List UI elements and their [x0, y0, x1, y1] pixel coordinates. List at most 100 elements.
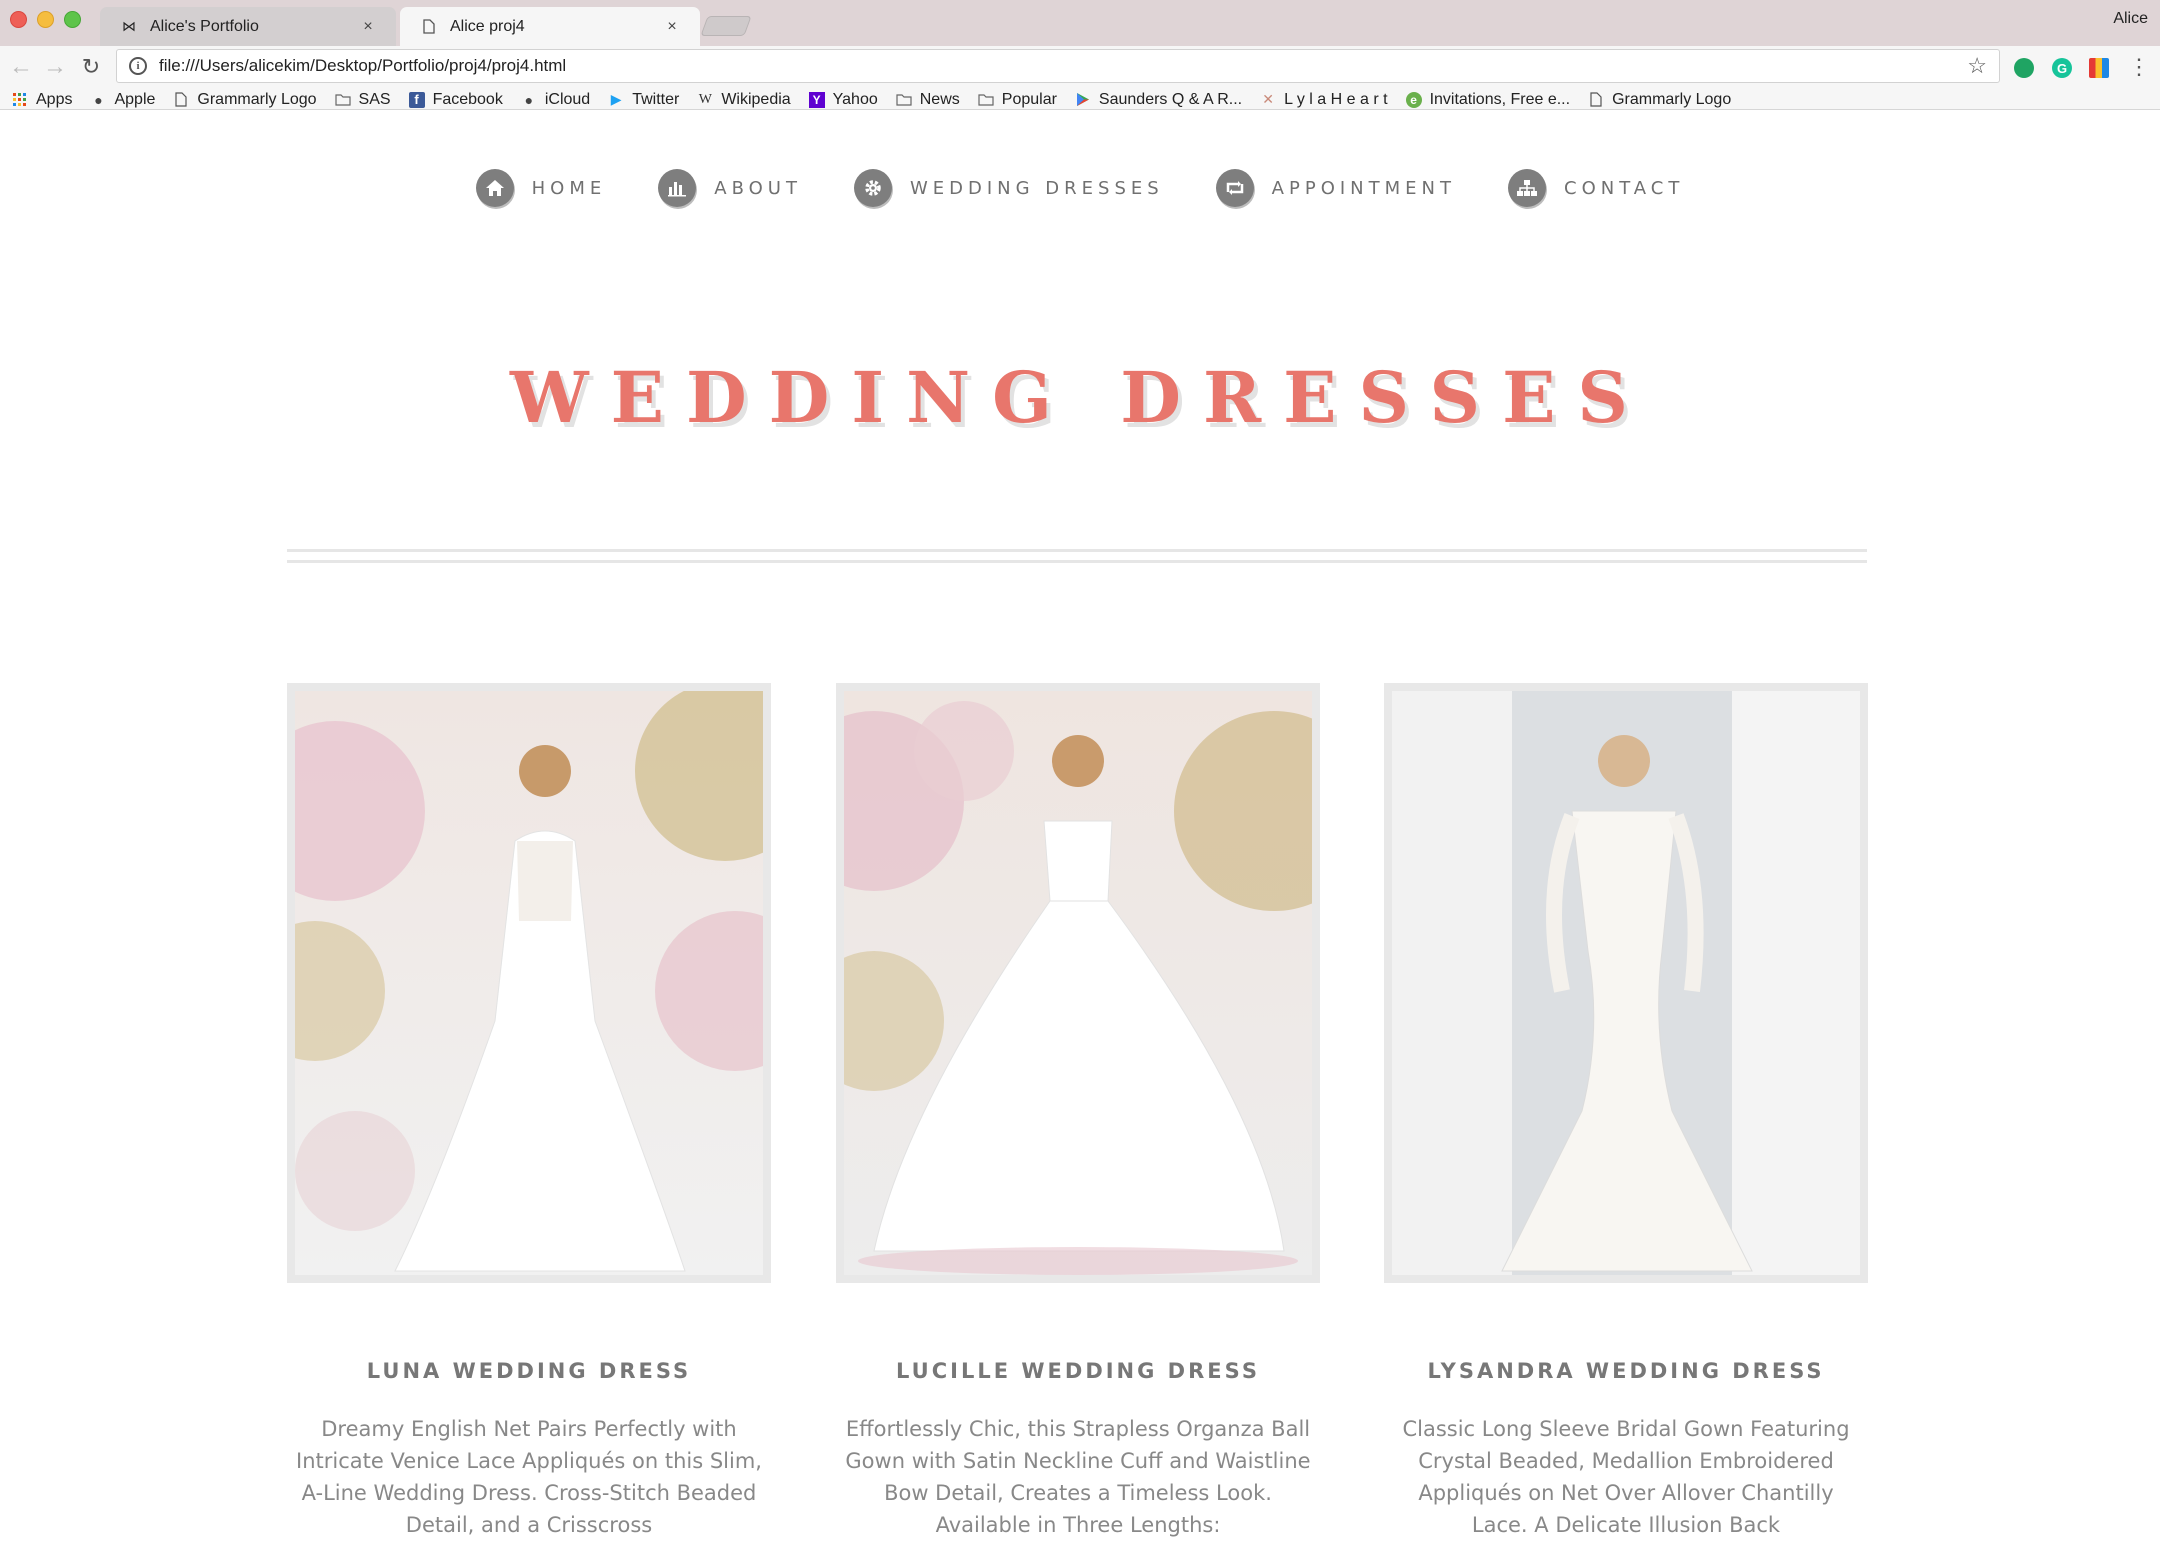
bookmark-label: Invitations, Free e... [1429, 90, 1571, 108]
bookmark-apps[interactable]: Apps [12, 91, 72, 109]
bookmark-label: Popular [1001, 90, 1057, 108]
divider [287, 560, 1867, 563]
new-tab-button[interactable] [700, 16, 752, 36]
close-icon[interactable]: × [360, 18, 376, 35]
dress-card-lucille: LUCILLE WEDDING DRESS Effortlessly Chic,… [836, 683, 1320, 1541]
nav-label: CONTACT [1564, 177, 1685, 199]
bookmark-news[interactable]: News [896, 91, 960, 109]
nav-label: ABOUT [714, 177, 802, 199]
divider [287, 549, 1867, 552]
bowtie-icon: ⋈ [122, 18, 136, 34]
apple-icon: ● [94, 91, 103, 108]
bookmark-label: iCloud [544, 90, 591, 108]
bookmark-saunders[interactable]: Saunders Q & A R... [1075, 91, 1242, 109]
dress-description: Classic Long Sleeve Bridal Gown Featurin… [1402, 1417, 1850, 1537]
bookmark-label: Saunders Q & A R... [1098, 90, 1243, 108]
bookmark-label: L y l a H e a r t [1284, 90, 1388, 108]
back-arrow-icon[interactable]: ← [6, 52, 36, 82]
document-icon [420, 18, 438, 36]
dress-photo[interactable] [836, 683, 1320, 1283]
close-icon[interactable]: × [664, 18, 680, 35]
info-icon[interactable]: i [129, 57, 147, 75]
dress-description: Dreamy English Net Pairs Perfectly with … [296, 1417, 762, 1537]
reload-icon[interactable]: ↻ [76, 52, 106, 82]
apps-grid-icon [12, 92, 28, 108]
grammarly-extension-icon[interactable]: G [2052, 58, 2072, 78]
yahoo-icon: Y [808, 91, 825, 108]
bookmark-popular[interactable]: Popular [978, 91, 1057, 109]
folder-icon [978, 92, 994, 108]
folder-icon [334, 92, 351, 108]
dress-card-lysandra: LYSANDRA WEDDING DRESS Classic Long Slee… [1384, 683, 1868, 1541]
wikipedia-icon: W [698, 91, 712, 107]
profile-name[interactable]: Alice [2113, 10, 2148, 28]
bookmark-label: Yahoo [832, 90, 878, 108]
dress-title: LYSANDRA WEDDING DRESS [1427, 1359, 1825, 1383]
chat-extension-icon[interactable] [2014, 58, 2034, 78]
nav-item-about[interactable]: ABOUT [658, 169, 802, 207]
bookmark-twitter[interactable]: ▶ Twitter [608, 90, 680, 109]
bookmark-label: Apps [36, 90, 73, 108]
tab-title: Alice proj4 [450, 17, 525, 35]
home-icon [475, 169, 514, 207]
tab-alices-portfolio[interactable]: ⋈ Alice's Portfolio × [100, 7, 396, 46]
bar-chart-icon [658, 169, 697, 207]
bookmark-label: Grammarly Logo [197, 90, 317, 108]
forward-arrow-icon[interactable]: → [40, 52, 70, 82]
nav-item-appointment[interactable]: APPOINTMENT [1215, 169, 1456, 207]
kebab-menu-icon[interactable]: ⋮ [2128, 54, 2150, 80]
url-text[interactable]: file:///Users/alicekim/Desktop/Portfolio… [159, 56, 1967, 76]
bookmark-facebook[interactable]: f Facebook [408, 91, 503, 109]
minimize-window-button[interactable] [37, 11, 54, 28]
sitemap-icon [1508, 169, 1546, 207]
bookmark-lylaheart[interactable]: ✕ L y l a H e a r t [1260, 91, 1387, 109]
bookmarks-bar: Apps ● Apple Grammarly Logo SAS f Facebo… [0, 90, 2160, 110]
nav-item-home[interactable]: HOME [475, 169, 607, 207]
dress-title: LUNA WEDDING DRESS [366, 1359, 692, 1383]
bookmark-invitations[interactable]: e Invitations, Free e... [1405, 90, 1571, 109]
browser-titlebar: ⋈ Alice's Portfolio × Alice proj4 × Alic… [0, 0, 2160, 46]
bookmark-grammarly-logo-2[interactable]: Grammarly Logo [1588, 91, 1731, 109]
bookmark-label: SAS [358, 90, 391, 108]
nav-label: APPOINTMENT [1271, 177, 1456, 199]
bookmark-wikipedia[interactable]: W Wikipedia [697, 90, 791, 109]
lylaheart-icon: ✕ [1262, 91, 1274, 107]
bookmark-star-icon[interactable]: ☆ [1967, 53, 1987, 79]
maximize-window-button[interactable] [64, 11, 81, 28]
page-title: WEDDING DRESSES [510, 356, 1650, 439]
color-extension-icon[interactable] [2089, 58, 2109, 78]
bookmark-label: Twitter [632, 90, 680, 108]
gear-icon [853, 169, 892, 207]
folder-icon [896, 92, 912, 108]
bookmark-sas[interactable]: SAS [334, 90, 391, 109]
evite-icon: e [1405, 91, 1422, 108]
bookmark-grammarly-logo[interactable]: Grammarly Logo [173, 90, 317, 109]
retweet-icon [1215, 169, 1254, 207]
bookmark-yahoo[interactable]: Y Yahoo [808, 90, 878, 109]
document-icon [173, 92, 189, 108]
dress-description: Effortlessly Chic, this Strapless Organz… [845, 1417, 1311, 1537]
bookmark-label: Apple [114, 90, 156, 108]
bookmark-label: Grammarly Logo [1612, 90, 1732, 108]
nav-label: WEDDING DRESSES [909, 177, 1164, 199]
tab-title: Alice's Portfolio [150, 17, 259, 35]
nav-item-wedding-dresses[interactable]: WEDDING DRESSES [853, 169, 1164, 207]
tab-alice-proj4[interactable]: Alice proj4 × [400, 7, 700, 46]
bookmark-icloud[interactable]: ● iCloud [521, 90, 591, 109]
twitter-icon: ▶ [610, 91, 622, 107]
play-store-icon [1075, 92, 1091, 108]
dress-card-luna: LUNA WEDDING DRESS Dreamy English Net Pa… [287, 683, 771, 1541]
address-bar[interactable]: i file:///Users/alicekim/Desktop/Portfol… [116, 49, 2000, 83]
dress-photo[interactable] [287, 683, 771, 1283]
bookmark-apple[interactable]: ● Apple [90, 91, 155, 109]
close-window-button[interactable] [10, 11, 27, 28]
bookmark-label: Wikipedia [721, 90, 791, 108]
nav-item-contact[interactable]: CONTACT [1508, 169, 1684, 207]
browser-toolbar: ← → ↻ i file:///Users/alicekim/Desktop/P… [0, 46, 2160, 90]
bookmark-label: News [919, 90, 960, 108]
dress-title: LUCILLE WEDDING DRESS [896, 1359, 1260, 1383]
facebook-icon: f [408, 91, 425, 108]
dress-photo[interactable] [1384, 683, 1868, 1283]
site-nav: HOME ABOUT WEDDING DRESSES APPOINTMENT C… [0, 166, 2160, 210]
apple-icon: ● [524, 91, 534, 108]
